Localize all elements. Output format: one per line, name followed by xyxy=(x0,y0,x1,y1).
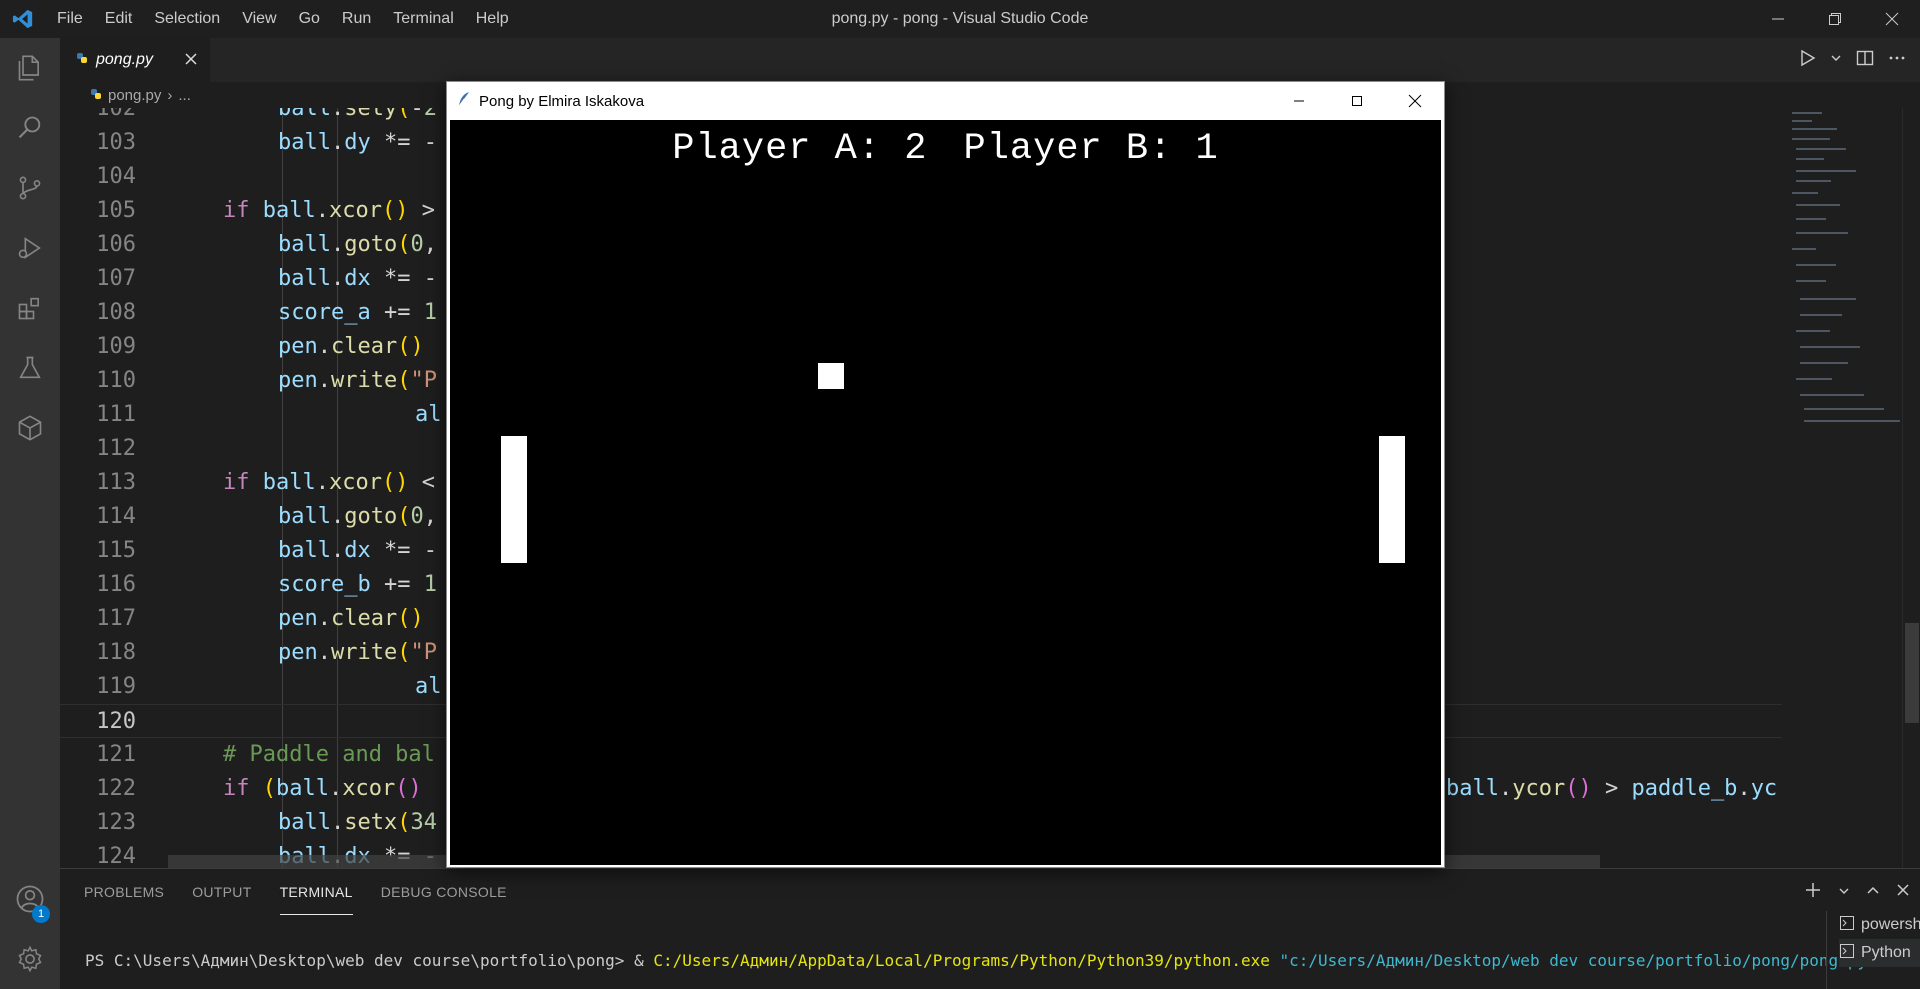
vscode-logo-icon xyxy=(0,0,46,38)
menu-help[interactable]: Help xyxy=(465,0,520,38)
pong-maximize-button[interactable] xyxy=(1328,82,1386,120)
source-control-icon[interactable] xyxy=(0,158,60,218)
breadcrumb-rest[interactable]: ... xyxy=(178,87,191,104)
activity-bar: 1 xyxy=(0,38,60,989)
title-bar: File Edit Selection View Go Run Terminal… xyxy=(0,0,1920,38)
python-file-icon xyxy=(90,87,102,104)
terminal-output[interactable]: PS C:\Users\Админ\Desktop\web dev course… xyxy=(85,951,1877,970)
menu-selection[interactable]: Selection xyxy=(143,0,231,38)
explorer-icon[interactable] xyxy=(0,38,60,98)
tab-output[interactable]: OUTPUT xyxy=(192,869,251,915)
pong-title-bar[interactable]: Pong by Elmira Iskakova xyxy=(447,82,1444,120)
extensions-icon[interactable] xyxy=(0,278,60,338)
minimize-button[interactable] xyxy=(1749,0,1806,38)
pong-close-button[interactable] xyxy=(1386,82,1444,120)
pong-game-canvas[interactable]: Player A: 2 Player B: 1 xyxy=(450,120,1441,865)
breadcrumb-file[interactable]: pong.py xyxy=(108,87,161,104)
chevron-down-icon[interactable] xyxy=(1830,51,1842,69)
bottom-panel: PROBLEMS OUTPUT TERMINAL DEBUG CONSOLE P… xyxy=(60,868,1920,989)
pong-window: Pong by Elmira Iskakova Player A: 2 Playe… xyxy=(446,81,1445,868)
window-controls xyxy=(1749,0,1920,38)
more-actions-icon[interactable] xyxy=(1888,49,1906,72)
ball xyxy=(818,363,844,389)
menu-run[interactable]: Run xyxy=(331,0,382,38)
scrollbar-thumb[interactable] xyxy=(1905,623,1919,723)
vertical-scrollbar[interactable] xyxy=(1902,108,1920,868)
chevron-right-icon: › xyxy=(167,86,173,104)
close-panel-icon[interactable] xyxy=(1896,883,1910,902)
testing-icon[interactable] xyxy=(0,338,60,398)
menu-view[interactable]: View xyxy=(231,0,287,38)
tab-debug-console[interactable]: DEBUG CONSOLE xyxy=(381,869,507,915)
menu-bar: File Edit Selection View Go Run Terminal… xyxy=(46,0,520,38)
tab-problems[interactable]: PROBLEMS xyxy=(84,869,164,915)
editor-actions xyxy=(1798,38,1920,82)
menu-edit[interactable]: Edit xyxy=(94,0,144,38)
remote-explorer-icon[interactable] xyxy=(0,398,60,458)
accounts-icon[interactable]: 1 xyxy=(0,869,60,929)
terminal-list: powershell Python xyxy=(1826,911,1920,989)
menu-file[interactable]: File xyxy=(46,0,94,38)
feather-icon xyxy=(457,91,471,112)
menu-terminal[interactable]: Terminal xyxy=(382,0,464,38)
close-button[interactable] xyxy=(1863,0,1920,38)
paddle-a xyxy=(501,436,527,563)
paddle-b xyxy=(1379,436,1405,563)
menu-go[interactable]: Go xyxy=(288,0,331,38)
chevron-down-icon[interactable] xyxy=(1838,884,1850,902)
pong-window-title: Pong by Elmira Iskakova xyxy=(479,92,645,110)
scoreboard: Player A: 2 Player B: 1 xyxy=(450,128,1441,170)
player-a-score: Player A: 2 xyxy=(672,128,928,170)
close-tab-icon[interactable] xyxy=(182,50,200,73)
tab-label: pong.py xyxy=(96,51,153,68)
accounts-badge: 1 xyxy=(32,905,50,923)
new-terminal-icon[interactable] xyxy=(1804,881,1822,904)
run-file-icon[interactable] xyxy=(1798,49,1816,72)
run-debug-icon[interactable] xyxy=(0,218,60,278)
terminal-icon xyxy=(1839,943,1855,964)
minimap[interactable] xyxy=(1782,108,1902,868)
restore-button[interactable] xyxy=(1806,0,1863,38)
search-icon[interactable] xyxy=(0,98,60,158)
settings-gear-icon[interactable] xyxy=(0,929,60,989)
editor-tab-bar: pong.py xyxy=(60,38,1920,82)
player-b-score: Player B: 1 xyxy=(963,128,1219,170)
terminal-item-powershell[interactable]: powershell xyxy=(1839,911,1920,939)
split-editor-icon[interactable] xyxy=(1856,49,1874,72)
terminal-item-python[interactable]: Python xyxy=(1839,939,1920,967)
pong-minimize-button[interactable] xyxy=(1270,82,1328,120)
tab-pong-py[interactable]: pong.py xyxy=(60,38,210,82)
python-file-icon xyxy=(76,51,88,69)
terminal-icon xyxy=(1839,915,1855,936)
maximize-panel-icon[interactable] xyxy=(1866,883,1880,902)
tab-terminal[interactable]: TERMINAL xyxy=(279,869,353,915)
